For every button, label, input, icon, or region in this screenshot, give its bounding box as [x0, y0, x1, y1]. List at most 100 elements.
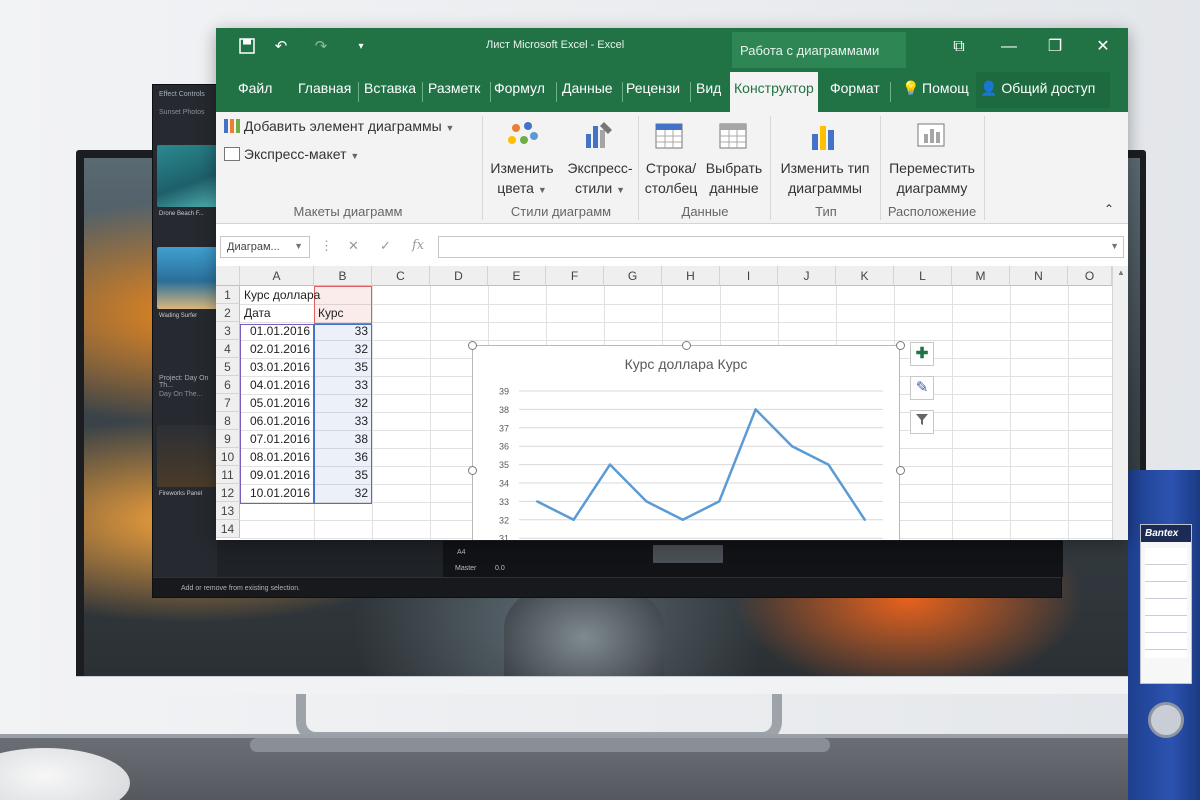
customize-toolbar-icon[interactable]: ▾	[352, 38, 370, 56]
select-data-button[interactable]: Выбрать данные	[700, 158, 768, 198]
rate-cell[interactable]: 38	[314, 430, 368, 448]
column-header[interactable]: O	[1068, 266, 1112, 286]
tab-help[interactable]: Помощ	[922, 80, 970, 104]
date-cell[interactable]: 10.01.2016	[240, 484, 310, 502]
row-header[interactable]: 9	[216, 430, 240, 448]
chart-styles-brush-icon[interactable]: ✎	[910, 376, 934, 400]
cell-b2[interactable]: Курс	[318, 304, 344, 322]
rate-cell[interactable]: 32	[314, 394, 368, 412]
add-chart-element-button[interactable]: Добавить элемент диаграммы ▼	[224, 118, 454, 134]
column-header[interactable]: D	[430, 266, 488, 286]
change-chart-type-button[interactable]: Изменить тип диаграммы	[772, 158, 878, 198]
date-cell[interactable]: 04.01.2016	[240, 376, 310, 394]
row-header[interactable]: 8	[216, 412, 240, 430]
resize-handle[interactable]	[468, 341, 477, 350]
row-header[interactable]: 13	[216, 502, 240, 520]
row-header[interactable]: 1	[216, 286, 240, 304]
ribbon-display-icon[interactable]: ⧉	[948, 36, 970, 58]
collapse-ribbon-icon[interactable]: ⌃	[1104, 202, 1114, 216]
date-cell[interactable]: 06.01.2016	[240, 412, 310, 430]
rate-cell[interactable]: 35	[314, 358, 368, 376]
clip-thumbnail[interactable]	[157, 145, 217, 207]
row-header[interactable]: 12	[216, 484, 240, 502]
column-header[interactable]: M	[952, 266, 1010, 286]
data-point[interactable]	[863, 518, 866, 521]
scroll-up-icon[interactable]: ▲	[1117, 268, 1125, 277]
row-header[interactable]: 4	[216, 340, 240, 358]
row-header[interactable]: 11	[216, 466, 240, 484]
row-header[interactable]: 2	[216, 304, 240, 322]
cell-a2[interactable]: Дата	[244, 304, 271, 322]
row-header[interactable]: 6	[216, 376, 240, 394]
data-point[interactable]	[754, 408, 757, 411]
column-header[interactable]: E	[488, 266, 546, 286]
column-header[interactable]: N	[1010, 266, 1068, 286]
tab-home[interactable]: Главная	[298, 80, 351, 104]
share-button[interactable]: 👤 Общий доступ	[976, 72, 1110, 108]
column-header[interactable]: G	[604, 266, 662, 286]
data-point[interactable]	[645, 500, 648, 503]
row-header[interactable]: 10	[216, 448, 240, 466]
select-all-corner[interactable]	[216, 266, 240, 286]
column-header[interactable]: H	[662, 266, 720, 286]
rate-cell[interactable]: 35	[314, 466, 368, 484]
tab-design[interactable]: Конструктор	[730, 72, 818, 112]
column-header[interactable]: F	[546, 266, 604, 286]
chart-elements-plus-icon[interactable]: ✚	[910, 342, 934, 366]
column-header[interactable]: K	[836, 266, 894, 286]
rate-cell[interactable]: 33	[314, 412, 368, 430]
date-cell[interactable]: 05.01.2016	[240, 394, 310, 412]
insert-function-icon[interactable]: fx	[412, 238, 424, 253]
tab-insert[interactable]: Вставка	[364, 80, 416, 104]
editor-timeline[interactable]: A4 Master 0.0	[443, 541, 1063, 577]
date-cell[interactable]: 02.01.2016	[240, 340, 310, 358]
clip-thumbnail[interactable]	[157, 425, 217, 487]
save-icon[interactable]	[238, 38, 256, 56]
data-point[interactable]	[790, 445, 794, 448]
change-colors-button[interactable]: Изменить цвета ▼	[486, 158, 558, 200]
vertical-scrollbar[interactable]: ▲	[1112, 266, 1128, 540]
tab-formulas[interactable]: Формул	[494, 80, 554, 104]
restore-icon[interactable]: ❐	[1044, 36, 1066, 58]
move-chart-button[interactable]: Переместить диаграмму	[882, 158, 982, 198]
tab-data[interactable]: Данные	[562, 80, 613, 104]
chart-object[interactable]: Курс доллара Курс 39383736353433323130	[472, 345, 900, 540]
column-header[interactable]: L	[894, 266, 952, 286]
undo-icon[interactable]: ↶	[272, 38, 290, 56]
data-point[interactable]	[536, 500, 539, 503]
column-header[interactable]: A	[240, 266, 314, 286]
tab-format[interactable]: Формат	[830, 80, 880, 104]
name-box[interactable]: Диаграм... ▼	[220, 236, 310, 258]
tab-file[interactable]: Файл	[238, 80, 272, 104]
data-point[interactable]	[608, 463, 612, 466]
data-point[interactable]	[681, 518, 684, 521]
row-header[interactable]: 5	[216, 358, 240, 376]
formula-input[interactable]: ▼	[438, 236, 1124, 258]
tab-view[interactable]: Вид	[696, 80, 721, 104]
quick-layout-button[interactable]: Экспресс-макет ▼	[224, 146, 359, 162]
date-cell[interactable]: 03.01.2016	[240, 358, 310, 376]
minimize-icon[interactable]: —	[998, 36, 1020, 58]
timeline-clip[interactable]	[653, 545, 723, 563]
tab-review[interactable]: Рецензи	[626, 80, 688, 104]
date-cell[interactable]: 08.01.2016	[240, 448, 310, 466]
switch-row-column-button[interactable]: Строка/ столбец	[640, 158, 702, 198]
date-cell[interactable]: 09.01.2016	[240, 466, 310, 484]
data-point[interactable]	[827, 463, 830, 466]
row-header[interactable]: 7	[216, 394, 240, 412]
column-header[interactable]: C	[372, 266, 430, 286]
date-cell[interactable]: 07.01.2016	[240, 430, 310, 448]
clip-thumbnail[interactable]	[157, 247, 217, 309]
row-header[interactable]: 14	[216, 520, 240, 538]
rate-cell[interactable]: 32	[314, 340, 368, 358]
row-header[interactable]: 3	[216, 322, 240, 340]
rate-cell[interactable]: 33	[314, 322, 368, 340]
resize-handle[interactable]	[682, 341, 691, 350]
cancel-icon[interactable]: ✕	[348, 238, 359, 254]
tab-page-layout[interactable]: Разметк	[428, 80, 488, 104]
lightbulb-icon[interactable]: 💡	[902, 80, 919, 104]
express-styles-button[interactable]: Экспресс- стили ▼	[562, 158, 638, 200]
resize-handle[interactable]	[468, 466, 477, 475]
resize-handle[interactable]	[896, 466, 905, 475]
close-icon[interactable]: ✕	[1092, 36, 1114, 58]
